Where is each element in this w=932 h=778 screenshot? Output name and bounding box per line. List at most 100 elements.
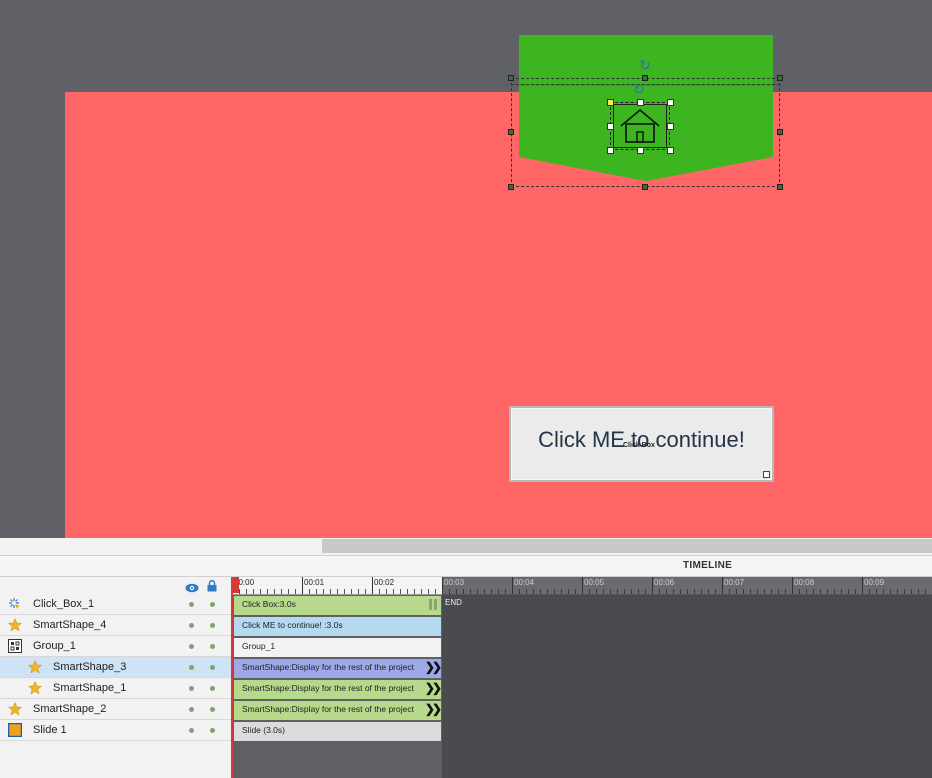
continue-arrow-icon: ❯❯ <box>424 681 441 695</box>
layer-row[interactable]: Group_1 <box>0 636 232 657</box>
slide-background[interactable] <box>65 92 932 538</box>
layer-name: Group_1 <box>33 640 76 652</box>
timeline-bar[interactable]: Click Box:3.0s <box>234 596 441 615</box>
ruler-minor-tick <box>477 589 478 594</box>
lock-toggle[interactable] <box>210 686 215 691</box>
resize-corner-icon[interactable] <box>763 471 770 478</box>
playhead-marker[interactable] <box>231 577 239 593</box>
visibility-toggle[interactable] <box>189 602 194 607</box>
ruler-major-tick <box>512 577 513 594</box>
resize-handle-tl[interactable] <box>508 75 514 81</box>
ruler-minor-tick <box>757 589 758 594</box>
ruler-minor-tick <box>379 589 380 594</box>
timeline-bar[interactable]: Slide (3.0s) <box>234 722 441 741</box>
lock-toggle[interactable] <box>210 623 215 628</box>
ruler-minor-tick <box>316 589 317 594</box>
inner-handle-r[interactable] <box>667 123 674 130</box>
pause-icon[interactable] <box>429 599 437 610</box>
layer-row[interactable]: SmartShape_2 <box>0 699 232 720</box>
ruler-tick-label: 00:06 <box>654 578 675 587</box>
layer-name: Click_Box_1 <box>33 598 95 610</box>
timeline-bar-label: Slide (3.0s) <box>242 725 285 735</box>
ruler-major-tick <box>652 577 653 594</box>
lock-toggle[interactable] <box>210 602 215 607</box>
layer-row[interactable]: Click_Box_1 <box>0 594 232 615</box>
inner-handle-b[interactable] <box>637 147 644 154</box>
ruler-minor-tick <box>470 589 471 594</box>
click-box-icon <box>8 597 22 611</box>
click-me-button[interactable]: Click ME to continue! Click Box <box>509 406 774 482</box>
timeline-bar-label: Click Box:3.0s <box>242 599 296 609</box>
timeline-bar[interactable]: SmartShape:Display for the rest of the p… <box>234 680 441 699</box>
playhead[interactable] <box>231 577 233 778</box>
visibility-toggle[interactable] <box>189 644 194 649</box>
home-icon[interactable] <box>619 108 661 144</box>
timeline-bar[interactable]: SmartShape:Display for the rest of the p… <box>234 701 441 720</box>
ruler-minor-tick <box>743 589 744 594</box>
ruler-minor-tick <box>344 589 345 594</box>
visibility-toggle[interactable] <box>189 728 194 733</box>
layer-row[interactable]: SmartShape_3 <box>0 657 232 678</box>
resize-handle-r[interactable] <box>777 129 783 135</box>
timeline-tracks[interactable]: 00:00 00:01 00:02 00:03 00:04 00:05 00:06 00:07… <box>232 577 932 778</box>
resize-handle-b[interactable] <box>642 184 648 190</box>
star-icon <box>27 659 43 674</box>
layers-header <box>0 577 232 594</box>
timeline-bar-label: SmartShape:Display for the rest of the p… <box>242 683 414 693</box>
visibility-toggle[interactable] <box>189 623 194 628</box>
visibility-toggle[interactable] <box>189 707 194 712</box>
lock-icon[interactable] <box>207 579 217 592</box>
ruler-minor-tick <box>365 589 366 594</box>
visibility-toggle[interactable] <box>189 686 194 691</box>
timeline-bar[interactable]: SmartShape:Display for the rest of the p… <box>234 659 441 678</box>
layer-row[interactable]: SmartShape_4 <box>0 615 232 636</box>
resize-handle-tr[interactable] <box>777 75 783 81</box>
timeline-bar[interactable]: Click ME to continue! :3.0s <box>234 617 441 636</box>
ruler-minor-tick <box>260 589 261 594</box>
ruler-minor-tick <box>659 589 660 594</box>
resize-handle-br[interactable] <box>777 184 783 190</box>
ruler-minor-tick <box>449 589 450 594</box>
click-me-button-label: Click ME to continue! <box>538 427 745 452</box>
ruler-minor-tick <box>267 589 268 594</box>
resize-handle-l[interactable] <box>508 129 514 135</box>
layer-row[interactable]: SmartShape_1 <box>0 678 232 699</box>
ruler-minor-tick <box>827 589 828 594</box>
timeline-bar[interactable]: Group_1 <box>234 638 441 657</box>
lock-toggle[interactable] <box>210 665 215 670</box>
slide-icon <box>7 722 23 738</box>
ruler-tick-label: 00:01 <box>304 578 325 587</box>
ruler-minor-tick <box>351 589 352 594</box>
horizontal-scrollbar[interactable] <box>0 538 932 556</box>
ruler-minor-tick <box>848 589 849 594</box>
visibility-toggle[interactable] <box>189 665 194 670</box>
resize-handle-bl[interactable] <box>508 184 514 190</box>
ruler-minor-tick <box>561 589 562 594</box>
ruler-minor-tick <box>834 589 835 594</box>
lock-toggle[interactable] <box>210 707 215 712</box>
ruler-minor-tick <box>841 589 842 594</box>
inner-handle-tr[interactable] <box>667 99 674 106</box>
ruler-minor-tick <box>400 589 401 594</box>
lock-toggle[interactable] <box>210 728 215 733</box>
ruler-minor-tick <box>253 589 254 594</box>
inner-handle-br[interactable] <box>667 147 674 154</box>
rotate-handle-inner-icon[interactable]: ↻ <box>633 82 645 96</box>
ruler-minor-tick <box>540 589 541 594</box>
stage-canvas[interactable]: ↻ ↻ Click ME to continue! Click Box <box>0 0 932 538</box>
ruler-minor-tick <box>729 589 730 594</box>
star-icon <box>7 617 23 632</box>
layer-name: SmartShape_3 <box>53 661 127 673</box>
inner-handle-tl[interactable] <box>607 99 614 106</box>
layer-row[interactable]: Slide 1 <box>0 720 232 741</box>
lock-toggle[interactable] <box>210 644 215 649</box>
ruler-minor-tick <box>645 589 646 594</box>
scrollbar-thumb[interactable] <box>322 539 932 553</box>
inner-handle-bl[interactable] <box>607 147 614 154</box>
inner-handle-t[interactable] <box>637 99 644 106</box>
ruler-minor-tick <box>610 589 611 594</box>
eye-icon[interactable] <box>185 580 199 593</box>
rotate-handle-icon[interactable]: ↻ <box>639 58 651 72</box>
ruler-minor-tick <box>463 589 464 594</box>
inner-handle-l[interactable] <box>607 123 614 130</box>
